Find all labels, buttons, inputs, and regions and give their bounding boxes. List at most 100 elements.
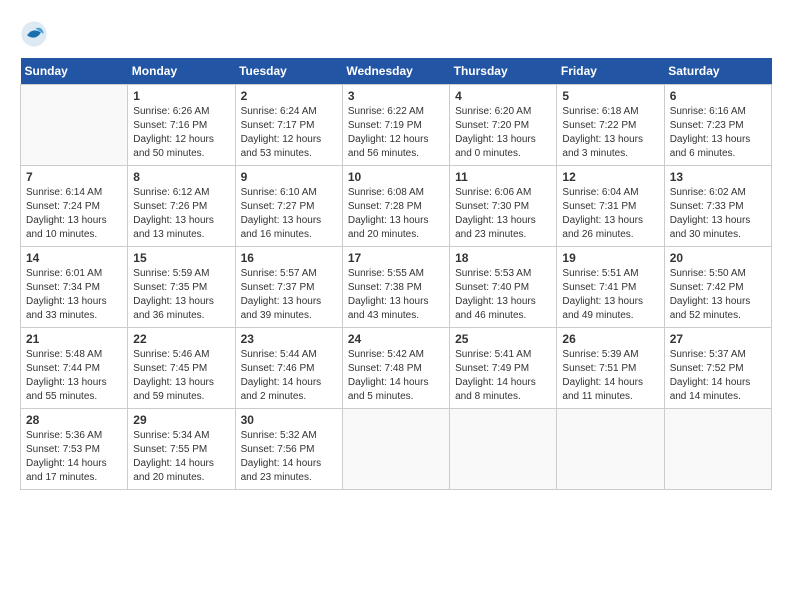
day-info-line: Daylight: 13 hours <box>562 134 643 145</box>
day-info: Sunrise: 6:14 AMSunset: 7:24 PMDaylight:… <box>26 186 122 242</box>
day-info-line: Sunset: 7:33 PM <box>670 201 744 212</box>
day-info: Sunrise: 6:22 AMSunset: 7:19 PMDaylight:… <box>348 105 444 161</box>
day-cell <box>450 409 557 490</box>
day-info-line: Daylight: 13 hours <box>670 296 751 307</box>
day-info: Sunrise: 5:42 AMSunset: 7:48 PMDaylight:… <box>348 348 444 404</box>
day-info-line: Daylight: 14 hours <box>26 458 107 469</box>
day-number: 14 <box>26 251 122 265</box>
day-info-line: Sunset: 7:27 PM <box>241 201 315 212</box>
day-number: 19 <box>562 251 658 265</box>
day-cell: 9Sunrise: 6:10 AMSunset: 7:27 PMDaylight… <box>235 166 342 247</box>
day-cell: 14Sunrise: 6:01 AMSunset: 7:34 PMDayligh… <box>21 247 128 328</box>
weekday-header-friday: Friday <box>557 58 664 85</box>
day-info-line: and 50 minutes. <box>133 148 204 159</box>
day-info-line: Sunrise: 5:53 AM <box>455 268 531 279</box>
day-number: 7 <box>26 170 122 184</box>
day-cell: 10Sunrise: 6:08 AMSunset: 7:28 PMDayligh… <box>342 166 449 247</box>
day-number: 22 <box>133 332 229 346</box>
week-row-1: 1Sunrise: 6:26 AMSunset: 7:16 PMDaylight… <box>21 85 772 166</box>
day-info-line: Sunrise: 5:34 AM <box>133 430 209 441</box>
day-info-line: Daylight: 14 hours <box>241 377 322 388</box>
day-info-line: Sunrise: 5:51 AM <box>562 268 638 279</box>
day-info-line: Daylight: 13 hours <box>348 215 429 226</box>
day-info: Sunrise: 6:08 AMSunset: 7:28 PMDaylight:… <box>348 186 444 242</box>
day-info-line: and 26 minutes. <box>562 229 633 240</box>
day-cell: 3 Sunrise: 6:22 AMSunset: 7:19 PMDaylight… <box>342 85 449 166</box>
day-cell <box>664 409 771 490</box>
day-info-line: Daylight: 13 hours <box>348 296 429 307</box>
day-info-line: and 49 minutes. <box>562 310 633 321</box>
day-info-line: and 20 minutes. <box>133 472 204 483</box>
day-info-line: Sunset: 7:22 PM <box>562 120 636 131</box>
day-info-line: and 46 minutes. <box>455 310 526 321</box>
day-cell: 13 Sunrise: 6:02 AM Sunset: 7:33 PM Dayligh… <box>664 166 771 247</box>
day-info-line: Sunset: 7:20 PM <box>455 120 529 131</box>
week-row-4: 21Sunrise: 5:48 AMSunset: 7:44 PMDayligh… <box>21 328 772 409</box>
logo-icon <box>20 20 48 48</box>
day-info: Sunrise: 5:51 AMSunset: 7:41 PMDaylight:… <box>562 267 658 323</box>
day-info-line: Sunrise: 5:39 AM <box>562 349 638 360</box>
day-number: 8 <box>133 170 229 184</box>
day-number: 27 <box>670 332 766 346</box>
day-number: 23 <box>241 332 337 346</box>
day-info-line: Sunrise: 6:06 AM <box>455 187 531 198</box>
day-info-line: Sunset: 7:28 PM <box>348 201 422 212</box>
day-info-line: Sunrise: 6:24 AM <box>241 106 317 117</box>
day-info-line: and 20 minutes. <box>348 229 419 240</box>
day-info-line: and 56 minutes. <box>348 148 419 159</box>
day-info-line: and 23 minutes. <box>455 229 526 240</box>
day-info-line: Sunset: 7:52 PM <box>670 363 744 374</box>
day-info-line: and 14 minutes. <box>670 391 741 402</box>
day-cell: 2Sunrise: 6:24 AMSunset: 7:17 PMDaylight… <box>235 85 342 166</box>
day-cell: 26Sunrise: 5:39 AMSunset: 7:51 PMDayligh… <box>557 328 664 409</box>
day-info: Sunrise: 6:26 AMSunset: 7:16 PMDaylight:… <box>133 105 229 161</box>
day-number: 9 <box>241 170 337 184</box>
day-info-line: Daylight: 13 hours <box>133 215 214 226</box>
page-header <box>20 20 772 48</box>
day-info-line: Sunset: 7:24 PM <box>26 201 100 212</box>
day-number: 4 <box>455 89 551 103</box>
day-info-line: Daylight: 12 hours <box>133 134 214 145</box>
day-info-line: Sunset: 7:49 PM <box>455 363 529 374</box>
day-info-line: and 39 minutes. <box>241 310 312 321</box>
day-cell: 27 Sunrise: 5:37 AMSunset: 7:52 PMDayligh… <box>664 328 771 409</box>
day-info-line: and 11 minutes. <box>562 391 632 402</box>
day-number: 12 <box>562 170 658 184</box>
calendar-table: SundayMondayTuesdayWednesdayThursdayFrid… <box>20 58 772 490</box>
day-number: 3 <box>348 89 444 103</box>
day-info-line: Sunset: 7:55 PM <box>133 444 207 455</box>
day-info-line: Sunset: 7:37 PM <box>241 282 315 293</box>
day-info-line: Daylight: 14 hours <box>455 377 536 388</box>
day-info-line: and 5 minutes. <box>348 391 414 402</box>
day-info-line: Sunrise: 5:36 AM <box>26 430 102 441</box>
day-info-line: Sunset: 7:46 PM <box>241 363 315 374</box>
day-info-line: Sunrise: 6:22 AM <box>348 106 424 117</box>
day-info-line: and 59 minutes. <box>133 391 204 402</box>
day-cell: 12Sunrise: 6:04 AMSunset: 7:31 PMDayligh… <box>557 166 664 247</box>
day-info-line: Daylight: 14 hours <box>241 458 322 469</box>
day-info: Sunrise: 5:39 AMSunset: 7:51 PMDaylight:… <box>562 348 658 404</box>
day-number: 13 <box>670 170 766 184</box>
day-cell: 30Sunrise: 5:32 AMSunset: 7:56 PMDayligh… <box>235 409 342 490</box>
day-info-line: Sunset: 7:45 PM <box>133 363 207 374</box>
day-info-line: Sunrise: 5:48 AM <box>26 349 102 360</box>
day-info-line: Daylight: 14 hours <box>133 458 214 469</box>
day-cell: 18Sunrise: 5:53 AMSunset: 7:40 PMDayligh… <box>450 247 557 328</box>
day-info-line: Sunrise: 5:41 AM <box>455 349 531 360</box>
day-number: 29 <box>133 413 229 427</box>
day-info-line: Daylight: 13 hours <box>670 134 751 145</box>
day-cell: 23Sunrise: 5:44 AMSunset: 7:46 PMDayligh… <box>235 328 342 409</box>
day-info-line: Sunset: 7:26 PM <box>133 201 207 212</box>
day-info: Sunrise: 5:37 AMSunset: 7:52 PMDaylight:… <box>670 348 766 404</box>
day-info-line: Sunset: 7:34 PM <box>26 282 100 293</box>
day-number: 21 <box>26 332 122 346</box>
day-info-line: Daylight: 13 hours <box>670 215 751 226</box>
day-info-line: Daylight: 13 hours <box>26 377 107 388</box>
day-info: Sunrise: 5:36 AMSunset: 7:53 PMDaylight:… <box>26 429 122 485</box>
day-cell: 4Sunrise: 6:20 AMSunset: 7:20 PMDaylight… <box>450 85 557 166</box>
day-info-line: Sunrise: 6:02 AM <box>670 187 746 198</box>
day-info: Sunrise: 6:18 AMSunset: 7:22 PMDaylight:… <box>562 105 658 161</box>
day-info-line: Daylight: 13 hours <box>241 215 322 226</box>
day-info-line: Daylight: 12 hours <box>348 134 429 145</box>
day-cell: 1Sunrise: 6:26 AMSunset: 7:16 PMDaylight… <box>128 85 235 166</box>
